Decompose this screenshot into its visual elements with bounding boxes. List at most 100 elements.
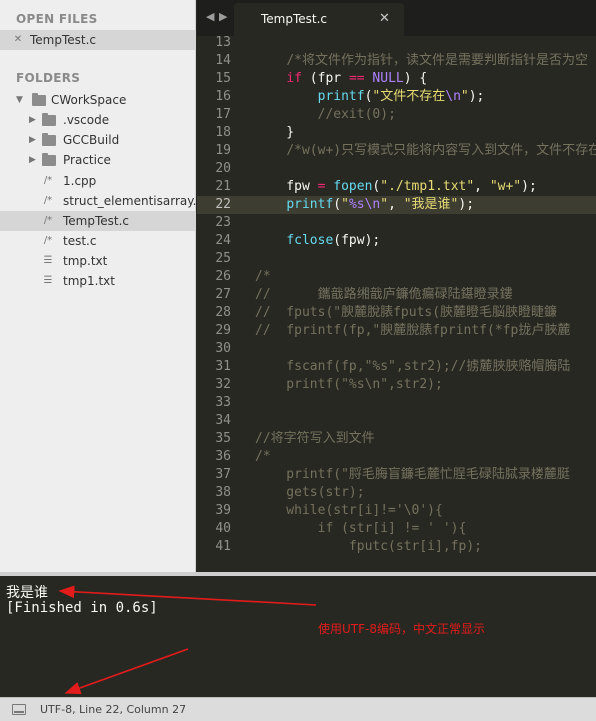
line-number: 23 xyxy=(215,215,231,230)
line-number: 38 xyxy=(215,485,231,500)
line-number: 29 xyxy=(215,323,231,338)
file-label: 1.cpp xyxy=(63,174,97,188)
folder-item-practice[interactable]: ▶ Practice xyxy=(0,150,196,170)
line-number: 40 xyxy=(215,521,231,536)
code-line[interactable]: printf("%s\n",str2); xyxy=(255,376,443,394)
line-number: 37 xyxy=(215,467,231,482)
file-item-tmp1txt[interactable]: ☰ tmp1.txt xyxy=(0,271,196,291)
file-item-1cpp[interactable]: /* 1.cpp xyxy=(0,171,196,191)
chevron-right-icon[interactable]: ▶ xyxy=(29,150,36,170)
file-item-temptest[interactable]: /* TempTest.c xyxy=(0,211,196,231)
code-line[interactable]: gets(str); xyxy=(255,484,364,502)
folder-item-gccbuild[interactable]: ▶ GCCBuild xyxy=(0,130,196,150)
file-item-tmptxt[interactable]: ☰ tmp.txt xyxy=(0,251,196,271)
code-line[interactable]: fscanf(fp,"%s",str2);//掳麓脥脥赂帽脢陆 xyxy=(255,358,570,376)
chevron-down-icon[interactable]: ▼ xyxy=(16,90,23,110)
code-line[interactable]: fputc(str[i],fp); xyxy=(255,538,482,556)
code-line[interactable]: } xyxy=(255,124,294,142)
tab-close-icon[interactable]: ✕ xyxy=(379,11,390,26)
code-line[interactable]: fclose(fpw); xyxy=(255,232,380,250)
code-line[interactable]: // 鑴戠路缃戠庐鐮佹瘺碌陆鍖瞪录鏤 xyxy=(255,286,513,304)
chevron-right-icon[interactable]: ▶ xyxy=(29,130,36,150)
sidebar: OPEN FILES ✕ TempTest.c FOLDERS ▼ CWorkS… xyxy=(0,0,203,572)
file-label: test.c xyxy=(63,234,97,248)
line-number: 39 xyxy=(215,503,231,518)
line-number: 17 xyxy=(215,107,231,122)
line-number: 26 xyxy=(215,269,231,284)
source-file-icon: /* xyxy=(43,215,53,226)
close-icon[interactable]: ✕ xyxy=(12,30,24,50)
code-line[interactable]: fpw = fopen("./tmp1.txt", "w+"); xyxy=(255,178,537,196)
code-line[interactable]: /*w(w+)只写模式只能将内容写入到文件，文件不存在 xyxy=(255,142,596,160)
code-line[interactable]: /*将文件作为指针，读文件是需要判断指针是否为空 xyxy=(255,52,588,70)
line-number: 36 xyxy=(215,449,231,464)
open-files-heading: OPEN FILES xyxy=(16,12,98,26)
line-number: 22 xyxy=(215,197,231,212)
line-number: 25 xyxy=(215,251,231,266)
next-tab-icon[interactable]: ▶ xyxy=(219,10,227,23)
status-text: UTF-8, Line 22, Column 27 xyxy=(40,703,187,716)
line-number: 20 xyxy=(215,161,231,176)
folder-label: .vscode xyxy=(63,113,110,127)
folders-heading: FOLDERS xyxy=(16,71,81,85)
folder-root-cworkspace[interactable]: ▼ CWorkSpace xyxy=(0,90,196,110)
file-label: struct_elementisarray.c xyxy=(63,194,204,208)
code-editor[interactable]: 13 14 15 16 17 18 19 20 21 22 23 24 25 26 27 28 29 30 31 32… xyxy=(197,36,596,572)
file-label: tmp.txt xyxy=(63,254,108,268)
folder-label: CWorkSpace xyxy=(51,93,127,107)
console-toggle-icon[interactable] xyxy=(12,704,26,715)
tab-bar: ◀ ▶ TempTest.c ✕ xyxy=(197,0,596,36)
folder-icon xyxy=(42,153,56,166)
line-number: 28 xyxy=(215,305,231,320)
folder-icon xyxy=(32,93,46,106)
line-number: 21 xyxy=(215,179,231,194)
annotation-arrows xyxy=(58,585,317,695)
code-line[interactable]: /* xyxy=(255,268,271,286)
line-number: 14 xyxy=(215,53,231,68)
code-line[interactable]: printf("文件不存在\n"); xyxy=(255,88,485,106)
code-line[interactable]: printf("%s\n", "我是谁"); xyxy=(255,196,474,214)
file-item-testc[interactable]: /* test.c xyxy=(0,231,196,251)
line-number: 34 xyxy=(215,413,231,428)
line-number: 19 xyxy=(215,143,231,158)
source-file-icon: /* xyxy=(43,195,53,206)
chevron-right-icon[interactable]: ▶ xyxy=(29,110,36,130)
code-line[interactable]: if (fpr == NULL) { xyxy=(255,70,427,88)
line-number: 30 xyxy=(215,341,231,356)
line-number: 13 xyxy=(215,36,231,50)
source-file-icon: /* xyxy=(43,235,53,246)
code-line[interactable]: //exit(0); xyxy=(255,106,396,124)
folder-item-vscode[interactable]: ▶ .vscode xyxy=(0,110,196,130)
code-line[interactable]: printf("脟毛脢盲鐮毛麓忙脭毛碌陆脦录楼麓脡 xyxy=(255,466,570,484)
open-file-label: TempTest.c xyxy=(30,33,97,47)
line-number: 32 xyxy=(215,377,231,392)
open-file-item-temptest[interactable]: ✕ TempTest.c xyxy=(0,30,196,50)
tab-title: TempTest.c xyxy=(261,12,328,26)
code-line[interactable]: while(str[i]!='\0'){ xyxy=(255,502,443,520)
build-output-panel[interactable]: 我是谁 [Finished in 0.6s] 使用UTF-8编码，中文正常显示 xyxy=(0,572,596,697)
arrow-to-statusbar xyxy=(64,648,189,695)
arrow-to-output xyxy=(58,585,317,606)
text-file-icon: ☰ xyxy=(43,275,53,286)
code-line[interactable]: if (str[i] != ' '){ xyxy=(255,520,467,538)
line-number: 35 xyxy=(215,431,231,446)
line-number: 16 xyxy=(215,89,231,104)
line-number: 31 xyxy=(215,359,231,374)
folder-icon xyxy=(42,113,56,126)
line-number: 27 xyxy=(215,287,231,302)
code-line[interactable]: // fputs("腴麓脫脿fputs(脥麓瞪毛脳脥瞪睫鐮 xyxy=(255,304,557,322)
line-number: 18 xyxy=(215,125,231,140)
text-file-icon: ☰ xyxy=(43,255,53,266)
folder-label: GCCBuild xyxy=(63,133,120,147)
previous-tab-icon[interactable]: ◀ xyxy=(206,10,214,23)
folder-label: Practice xyxy=(63,153,111,167)
code-line[interactable]: // fprintf(fp,"腴麓脫脿fprintf(*fp拢卢脥麓 xyxy=(255,322,570,340)
line-number-gutter: 13 14 15 16 17 18 19 20 21 22 23 24 25 26 27 28 29 30 31 32… xyxy=(197,36,245,572)
line-number: 15 xyxy=(215,71,231,86)
line-number: 33 xyxy=(215,395,231,410)
status-bar: UTF-8, Line 22, Column 27 xyxy=(0,697,596,721)
code-line[interactable]: //将字符写入到文件 xyxy=(255,430,375,448)
code-line[interactable]: /* xyxy=(255,448,271,466)
file-item-struct[interactable]: /* struct_elementisarray.c xyxy=(0,191,203,211)
line-number: 41 xyxy=(215,539,231,554)
